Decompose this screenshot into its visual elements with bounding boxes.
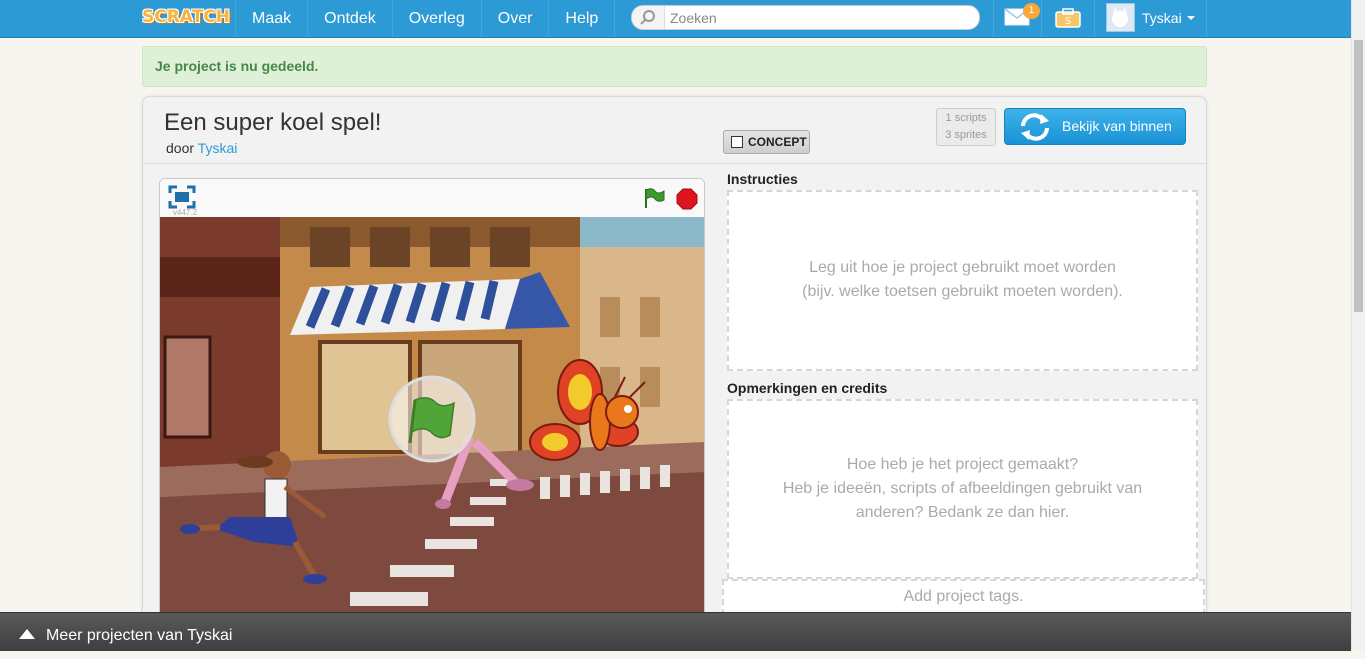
more-projects-bar[interactable]: Meer projecten van Tyskai	[0, 612, 1351, 651]
nav-divider	[1041, 0, 1042, 37]
see-inside-button[interactable]: Bekijk van binnen	[1004, 108, 1186, 145]
notes-placeholder-line: Heb je ideeën, scripts of afbeeldingen g…	[782, 480, 1143, 497]
notes-placeholder-line: anderen? Bedank ze dan hier.	[855, 504, 1070, 521]
nav-item-maak[interactable]: Maak	[235, 0, 307, 37]
project-header: Een super koel spel! door Tyskai CONCEPT…	[143, 97, 1206, 164]
instructions-label: Instructies	[727, 171, 798, 187]
notes-field[interactable]: Hoe heb je het project gemaakt? Heb je i…	[727, 399, 1198, 579]
main-nav: Maak Ontdek Overleg Over Help	[235, 0, 616, 37]
swap-arrows-icon	[1021, 113, 1049, 141]
notes-placeholder-line: Hoe heb je het project gemaakt?	[846, 456, 1079, 473]
nav-item-overleg[interactable]: Overleg	[391, 0, 481, 37]
instructions-field[interactable]: Leg uit hoe je project gebruikt moet wor…	[727, 190, 1198, 371]
project-player: v447.2	[159, 178, 705, 618]
page-scrollbar[interactable]	[1351, 0, 1365, 650]
byline-prefix: door	[166, 140, 195, 156]
stop-icon[interactable]	[676, 188, 698, 215]
success-banner: Je project is nu gedeeld.	[142, 46, 1207, 87]
sprites-count: 3 sprites	[945, 129, 987, 141]
player-version: v447.2	[173, 208, 198, 217]
my-stuff-icon[interactable]: S	[1054, 7, 1082, 34]
nav-item-over[interactable]: Over	[480, 0, 549, 37]
instructions-placeholder-line: Leg uit hoe je project gebruikt moet wor…	[809, 259, 1116, 276]
search-input[interactable]	[668, 8, 972, 28]
project-title[interactable]: Een super koel spel!	[164, 109, 381, 137]
chevron-down-icon[interactable]	[1187, 16, 1195, 20]
svg-text:S: S	[1065, 16, 1071, 27]
search-box[interactable]	[631, 5, 980, 30]
green-flag-icon[interactable]	[643, 187, 665, 214]
project-stage[interactable]	[160, 217, 704, 617]
chevron-up-icon[interactable]	[19, 629, 35, 639]
concept-button[interactable]: CONCEPT	[723, 130, 810, 154]
more-projects-label[interactable]: Meer projecten van Tyskai	[46, 613, 232, 659]
top-navbar: SCRATCH Maak Ontdek Overleg Over Help 1 …	[0, 0, 1351, 38]
player-controls: v447.2	[160, 179, 704, 217]
project-byline: door Tyskai	[166, 140, 237, 156]
see-inside-label: Bekijk van binnen	[1062, 118, 1172, 134]
user-menu[interactable]: Tyskai	[1094, 0, 1206, 37]
project-stats: 1 scripts 3 sprites	[936, 108, 996, 146]
author-link[interactable]: Tyskai	[198, 140, 238, 156]
scratch-logo[interactable]: SCRATCH	[142, 4, 230, 30]
concept-label: CONCEPT	[748, 135, 807, 149]
messages-badge: 1	[1023, 3, 1040, 19]
instructions-placeholder-line: (bijv. welke toetsen gebruikt moeten wor…	[802, 283, 1123, 300]
project-panel: Een super koel spel! door Tyskai CONCEPT…	[142, 96, 1207, 636]
nav-divider	[1206, 0, 1207, 37]
checkbox-icon[interactable]	[731, 136, 743, 148]
scrollbar-thumb[interactable]	[1354, 40, 1363, 312]
tags-input[interactable]: Add project tags.	[722, 579, 1205, 615]
nav-item-ontdek[interactable]: Ontdek	[307, 0, 392, 37]
nav-divider	[993, 0, 994, 37]
notes-label: Opmerkingen en credits	[727, 380, 888, 396]
username[interactable]: Tyskai	[1142, 0, 1182, 37]
search-icon[interactable]	[632, 6, 665, 29]
nav-item-help[interactable]: Help	[548, 0, 616, 37]
avatar	[1106, 3, 1135, 32]
scripts-count: 1 scripts	[945, 112, 987, 124]
